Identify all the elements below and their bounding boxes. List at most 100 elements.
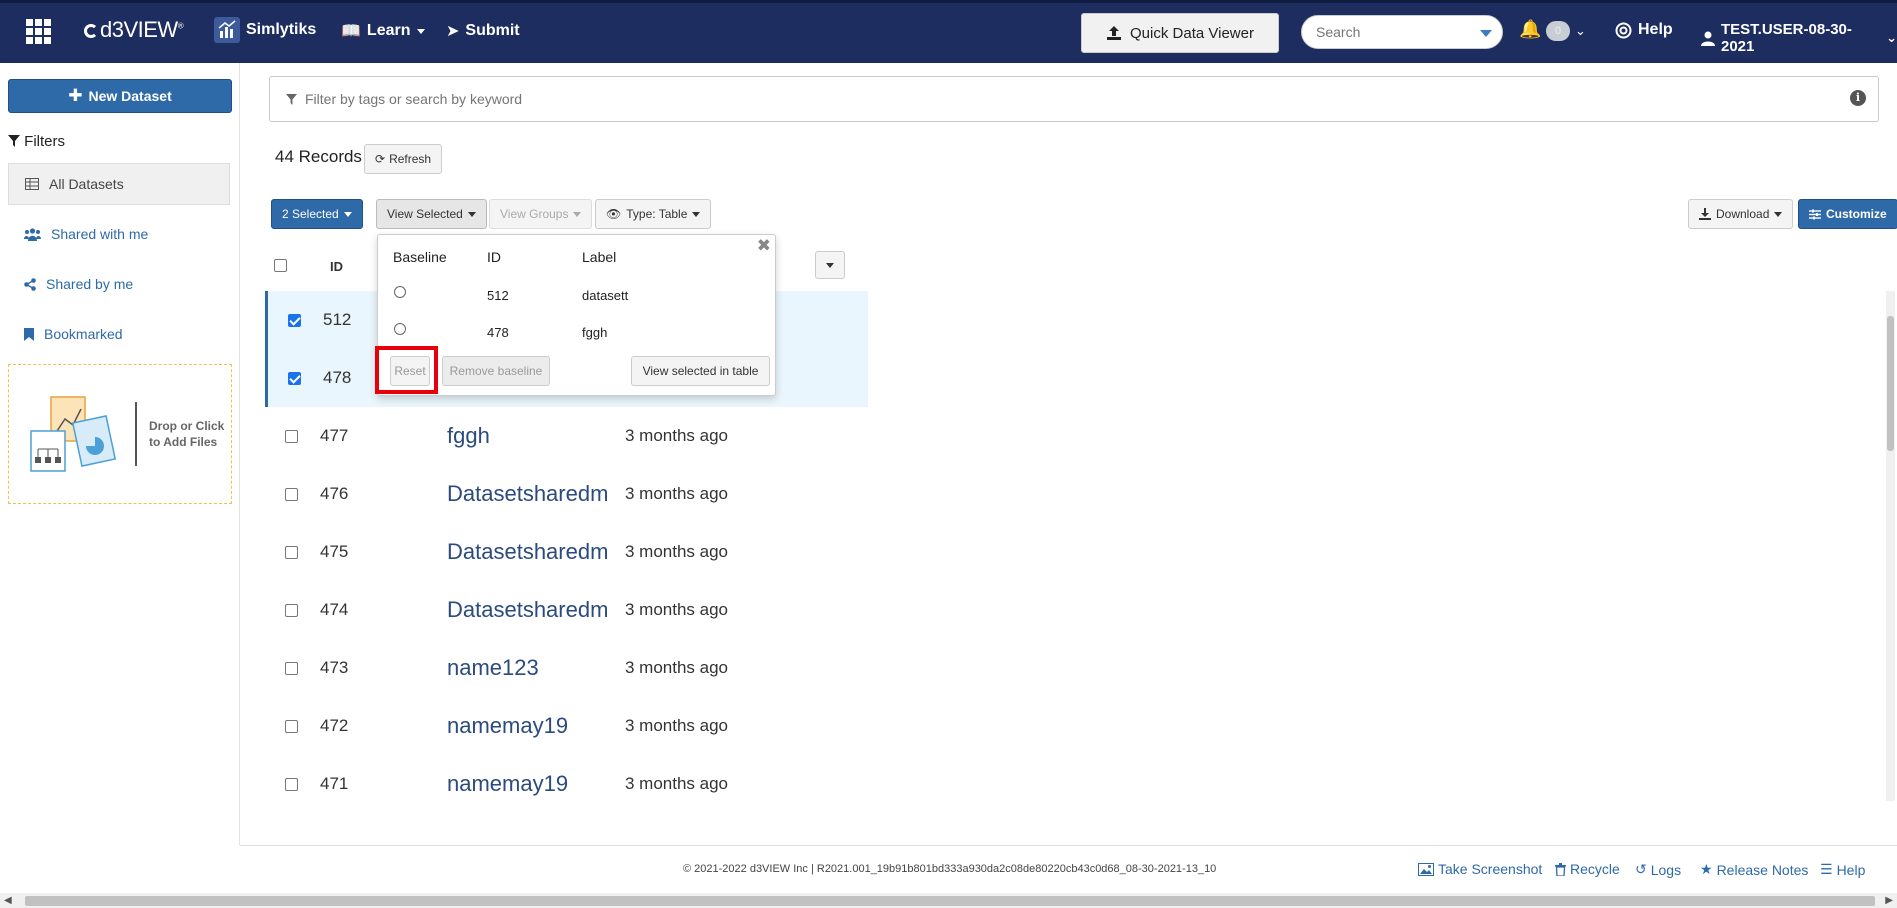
row-checkbox[interactable] bbox=[285, 546, 298, 559]
horizontal-scrollbar[interactable]: ◀ ▶ bbox=[0, 893, 1897, 908]
bell-icon[interactable]: 🔔 bbox=[1519, 19, 1541, 40]
brand-logo[interactable]: d3VIEW® bbox=[84, 17, 184, 43]
row-label-link[interactable]: Datasetsharedm bbox=[447, 539, 608, 565]
row-checkbox[interactable] bbox=[288, 314, 301, 327]
row-label-link[interactable]: namemay19 bbox=[447, 713, 568, 739]
row-id: 472 bbox=[320, 716, 349, 735]
sidebar-item-all-datasets[interactable]: All Datasets bbox=[8, 163, 230, 205]
nav-submit[interactable]: ➤ Submit bbox=[446, 21, 520, 41]
column-header-id[interactable]: ID bbox=[330, 259, 343, 274]
funnel-icon bbox=[8, 133, 24, 150]
copyright-text: © 2021-2022 d3VIEW Inc | R2021.001_19b91… bbox=[683, 863, 1217, 875]
search-input[interactable] bbox=[1314, 16, 1474, 48]
scroll-left-arrow-icon[interactable]: ◀ bbox=[4, 895, 12, 906]
help-link[interactable]: ☰ Help bbox=[1820, 861, 1865, 878]
refresh-button[interactable]: ⟳ Refresh bbox=[364, 144, 443, 174]
filters-label: Filters bbox=[24, 133, 66, 150]
close-icon[interactable]: ✖ bbox=[757, 236, 771, 256]
type-dropdown[interactable]: 👁 Type: Table bbox=[595, 199, 712, 229]
row-label-link[interactable]: name123 bbox=[447, 655, 539, 681]
vertical-scrollbar[interactable] bbox=[1886, 291, 1895, 801]
row-checkbox[interactable] bbox=[285, 662, 298, 675]
table-row[interactable]: 471 namemay19 3 months ago bbox=[265, 755, 868, 813]
nav-simlytiks[interactable]: Simlytiks bbox=[214, 17, 316, 43]
nav-help[interactable]: Help bbox=[1615, 21, 1673, 39]
notification-count-badge: 0 bbox=[1546, 21, 1570, 41]
scrollbar-thumb[interactable] bbox=[25, 896, 1875, 906]
row-id: 478 bbox=[323, 368, 352, 387]
history-icon: ↺ bbox=[1635, 861, 1647, 877]
table-row[interactable]: 476 Datasetsharedm 3 months ago bbox=[265, 465, 868, 523]
apps-grid-icon[interactable] bbox=[26, 19, 51, 44]
row-checkbox[interactable] bbox=[288, 372, 301, 385]
baseline-radio[interactable] bbox=[394, 286, 406, 298]
upload-files-illustration-icon bbox=[19, 379, 129, 489]
footer: © 2021-2022 d3VIEW Inc | R2021.001_19b91… bbox=[240, 845, 1897, 893]
logs-link[interactable]: ↺ Logs bbox=[1635, 861, 1681, 878]
row-checkbox[interactable] bbox=[285, 488, 298, 501]
download-dropdown[interactable]: Download bbox=[1688, 199, 1794, 229]
row-checkbox[interactable] bbox=[285, 778, 298, 791]
nav-learn[interactable]: 📖 Learn bbox=[341, 21, 425, 41]
select-all-checkbox[interactable] bbox=[274, 259, 287, 272]
new-dataset-button[interactable]: ✚ New Dataset bbox=[8, 79, 232, 113]
nav-help-label: Help bbox=[1638, 21, 1673, 38]
customize-label: Customize bbox=[1826, 207, 1887, 221]
customize-button[interactable]: Customize bbox=[1798, 199, 1897, 229]
release-notes-link[interactable]: ★ Release Notes bbox=[1700, 861, 1808, 878]
table-row[interactable]: 473 name123 3 months ago bbox=[265, 639, 868, 697]
filter-bar[interactable]: i bbox=[269, 76, 1879, 122]
dropzone-text-line1: Drop or Click bbox=[149, 419, 225, 433]
left-sidebar: ✚ New Dataset Filters All Datasets Share… bbox=[0, 63, 240, 845]
tag-search-input[interactable] bbox=[303, 90, 1803, 108]
row-time: 3 months ago bbox=[625, 426, 729, 445]
image-icon bbox=[1418, 862, 1434, 876]
table-row[interactable]: 475 Datasetsharedm 3 months ago bbox=[265, 523, 868, 581]
row-label-link[interactable]: Datasetsharedm bbox=[447, 481, 608, 507]
filters-heading: Filters bbox=[8, 133, 65, 150]
selected-count-dropdown[interactable]: 2 Selected bbox=[271, 199, 363, 229]
search-dropdown-caret-icon[interactable] bbox=[1480, 30, 1492, 37]
table-row[interactable]: 472 namemay19 3 months ago bbox=[265, 697, 868, 755]
row-checkbox[interactable] bbox=[285, 430, 298, 443]
chevron-down-icon bbox=[416, 28, 425, 34]
notifications-chevron-icon[interactable]: ⌄ bbox=[1575, 23, 1586, 39]
share-icon bbox=[24, 277, 36, 291]
baseline-radio[interactable] bbox=[394, 323, 406, 335]
table-row[interactable]: 477 fggh 3 months ago bbox=[265, 407, 868, 465]
view-selected-label: View Selected bbox=[387, 207, 463, 221]
sidebar-item-shared-by-me[interactable]: Shared by me bbox=[8, 263, 230, 305]
take-screenshot-link[interactable]: Take Screenshot bbox=[1418, 861, 1542, 877]
table-row[interactable]: 474 Datasetsharedm 3 months ago bbox=[265, 581, 868, 639]
row-label-link[interactable]: Datasetsharedm bbox=[447, 597, 608, 623]
view-groups-dropdown[interactable]: View Groups bbox=[489, 199, 593, 229]
selected-count-label: 2 Selected bbox=[282, 207, 339, 221]
popover-row-id: 478 bbox=[487, 325, 509, 340]
row-label-link[interactable]: fggh bbox=[447, 423, 490, 449]
row-checkbox[interactable] bbox=[285, 604, 298, 617]
records-count: 44 Records bbox=[275, 147, 362, 166]
row-checkbox[interactable] bbox=[285, 720, 298, 733]
column-menu-button[interactable] bbox=[815, 251, 845, 279]
recycle-link[interactable]: Recycle bbox=[1555, 861, 1620, 877]
view-selected-in-table-button[interactable]: View selected in table bbox=[631, 356, 770, 386]
download-label: Download bbox=[1716, 207, 1770, 221]
popover-row-label: datasett bbox=[582, 288, 629, 303]
popover-row-id: 512 bbox=[487, 288, 509, 303]
user-menu[interactable]: TEST.USER-08-30-2021 ⌄ bbox=[1701, 21, 1897, 55]
global-search[interactable] bbox=[1301, 15, 1503, 49]
sidebar-item-bookmarked[interactable]: Bookmarked bbox=[8, 313, 230, 355]
scroll-right-arrow-icon[interactable]: ▶ bbox=[1885, 895, 1893, 906]
scrollbar-thumb[interactable] bbox=[1887, 316, 1894, 451]
remove-baseline-button[interactable]: Remove baseline bbox=[442, 356, 550, 386]
file-dropzone[interactable]: Drop or Click to Add Files bbox=[8, 364, 232, 504]
info-icon[interactable]: i bbox=[1850, 90, 1866, 106]
row-time: 3 months ago bbox=[625, 600, 729, 619]
table-icon bbox=[25, 178, 39, 190]
quick-data-viewer-button[interactable]: Quick Data Viewer bbox=[1081, 13, 1279, 53]
rocket-icon: ➤ bbox=[446, 23, 460, 40]
view-selected-dropdown[interactable]: View Selected bbox=[376, 199, 487, 229]
new-dataset-label: New Dataset bbox=[88, 88, 172, 104]
sidebar-item-shared-with-me[interactable]: Shared with me bbox=[8, 213, 230, 255]
row-label-link[interactable]: namemay19 bbox=[447, 771, 568, 797]
